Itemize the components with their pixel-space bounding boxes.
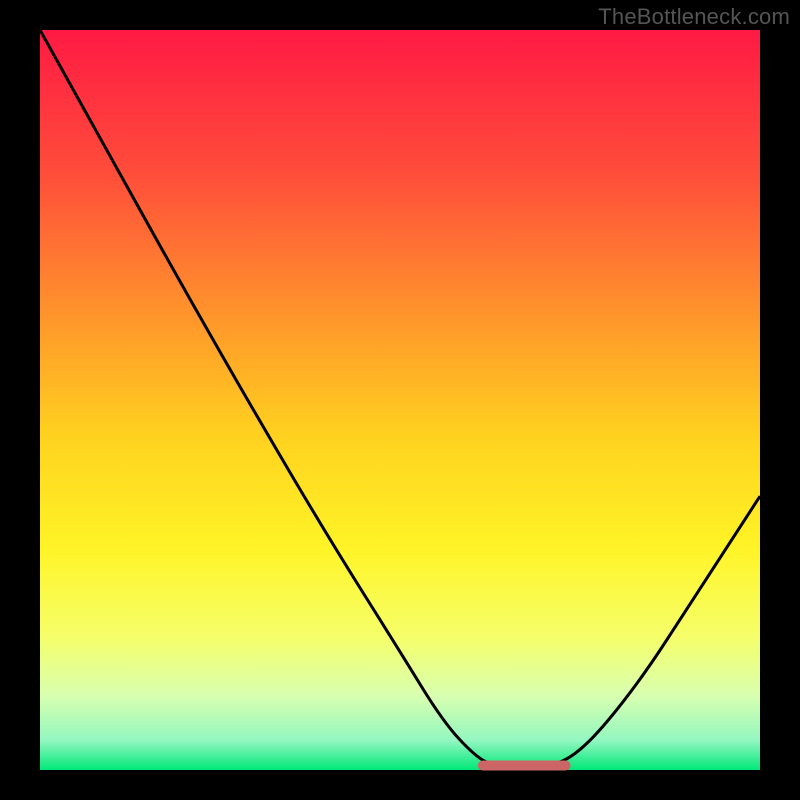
chart-container: TheBottleneck.com [0,0,800,800]
plot-background [40,30,760,770]
chart-svg [0,0,800,800]
watermark-text: TheBottleneck.com [598,4,790,30]
